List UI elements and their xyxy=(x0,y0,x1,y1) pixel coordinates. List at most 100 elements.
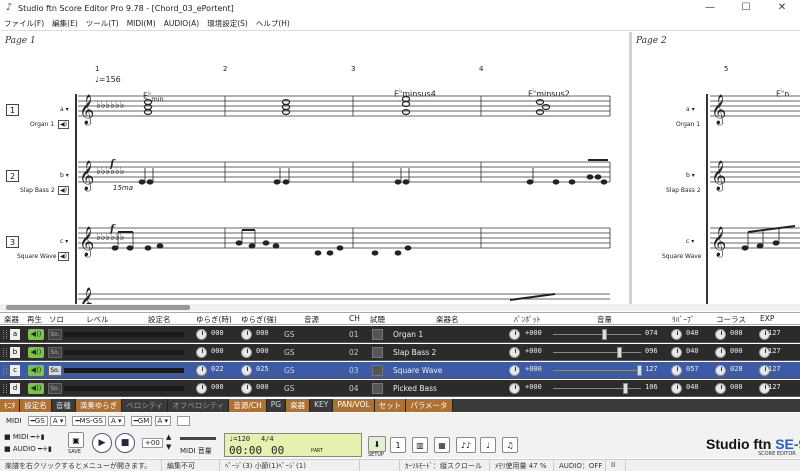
horizontal-scrollbar[interactable] xyxy=(0,304,800,311)
solo-button[interactable]: So. xyxy=(48,383,62,394)
sound-source[interactable]: GS xyxy=(284,384,295,393)
track-letter[interactable]: a xyxy=(10,329,20,340)
midi-checkbox[interactable]: ■ MIDI ━+▮ xyxy=(4,433,45,441)
cho-knob[interactable] xyxy=(715,329,726,340)
tab-10[interactable]: PAN/VOL xyxy=(333,399,375,412)
volume-slider[interactable] xyxy=(553,352,641,353)
stop-button[interactable]: ■ xyxy=(115,433,135,453)
down-arrow-icon[interactable]: ▼ xyxy=(166,443,171,451)
audition-button[interactable] xyxy=(372,347,383,358)
menu-edit[interactable]: 編集(E) xyxy=(48,18,82,29)
volume-thumb[interactable] xyxy=(623,383,628,394)
cho-knob[interactable] xyxy=(715,383,726,394)
solo-button[interactable]: So. xyxy=(48,365,62,376)
drag-handle[interactable] xyxy=(3,348,7,357)
device-select[interactable]: ━GM A ▾ xyxy=(130,415,172,426)
menu-audio[interactable]: AUDIO(A) xyxy=(160,19,204,28)
speaker-icon[interactable]: ◀)) xyxy=(28,383,44,394)
save-icon[interactable]: ▣ xyxy=(68,432,84,448)
tab-2[interactable]: 音種 xyxy=(52,399,76,412)
speaker-icon[interactable]: ◀)) xyxy=(28,329,44,340)
tab-6[interactable]: 音源/CH xyxy=(229,399,267,412)
channel[interactable]: 01 xyxy=(349,330,359,339)
menu-help[interactable]: ヘルプ(H) xyxy=(252,18,294,29)
score-view-icon[interactable]: ♪♪ xyxy=(456,437,476,453)
menu-settings[interactable]: 環境設定(S) xyxy=(203,18,252,29)
audio-checkbox[interactable]: ■ AUDIO ━+▮ xyxy=(4,445,52,453)
tab-5[interactable]: オフベロシティ xyxy=(168,399,230,412)
track-letter[interactable]: c xyxy=(10,365,20,376)
sound-source[interactable]: GS xyxy=(284,348,295,357)
maximize-button[interactable]: ☐ xyxy=(728,0,764,16)
time-knob[interactable] xyxy=(196,383,207,394)
time-knob[interactable] xyxy=(196,365,207,376)
rev-knob[interactable] xyxy=(671,347,682,358)
pan-knob[interactable] xyxy=(509,329,520,340)
track-letter[interactable]: d xyxy=(10,383,20,394)
midi-volume-slider[interactable] xyxy=(180,437,216,440)
piano-icon[interactable]: ▥ xyxy=(412,437,428,453)
close-button[interactable]: ✕ xyxy=(764,0,800,16)
volume-thumb[interactable] xyxy=(602,329,607,340)
pan-knob[interactable] xyxy=(509,383,520,394)
strength-knob[interactable] xyxy=(241,383,252,394)
tab-12[interactable]: パラメータ xyxy=(406,399,453,412)
sound-source[interactable]: GS xyxy=(284,330,295,339)
tab-4[interactable]: ベロシティ xyxy=(122,399,169,412)
tab-0[interactable]: ﾓﾆﾀ xyxy=(0,399,21,412)
rev-knob[interactable] xyxy=(671,329,682,340)
mixer-row[interactable]: a ◀)) So. 000 000 +000 040 000 127 GS 01 Organ 1 074 xyxy=(0,326,800,343)
cho-knob[interactable] xyxy=(715,365,726,376)
time-knob[interactable] xyxy=(196,347,207,358)
up-arrow-icon[interactable]: ▲ xyxy=(166,433,171,441)
instrument-name[interactable]: Organ 1 xyxy=(393,330,423,339)
audition-button[interactable] xyxy=(372,365,383,376)
audition-button[interactable] xyxy=(372,329,383,340)
speaker-icon[interactable]: ◀)) xyxy=(28,365,44,376)
note-icon[interactable]: ♩ xyxy=(480,437,496,453)
mixer-row[interactable]: d ◀)) So. 000 000 +000 040 000 127 GS 04 Picked Bas… xyxy=(0,380,800,397)
drag-handle[interactable] xyxy=(3,384,7,393)
tab-8[interactable]: 楽器 xyxy=(286,399,311,412)
channel[interactable]: 04 xyxy=(349,384,359,393)
solo-button[interactable]: So. xyxy=(48,329,62,340)
menu-file[interactable]: ファイル(F) xyxy=(0,18,48,29)
tab-7[interactable]: PG xyxy=(267,399,287,412)
device-select[interactable]: ━MS-GS A ▾ xyxy=(72,415,125,426)
sound-source[interactable]: GS xyxy=(284,366,295,375)
tab-9[interactable]: KEY xyxy=(310,399,334,412)
instrument-name[interactable]: Picked Bass xyxy=(393,384,437,393)
setup-icon[interactable]: ⬇ xyxy=(368,436,386,452)
play-button[interactable]: ▶ xyxy=(92,433,112,453)
drag-handle[interactable] xyxy=(3,366,7,375)
rev-knob[interactable] xyxy=(671,383,682,394)
volume-slider[interactable] xyxy=(553,370,641,371)
blank-box[interactable] xyxy=(177,415,190,426)
one-measure-icon[interactable]: 1 xyxy=(390,437,406,453)
pan-knob[interactable] xyxy=(509,365,520,376)
grid-icon[interactable]: ▦ xyxy=(434,437,450,453)
volume-thumb[interactable] xyxy=(637,365,642,376)
tab-3[interactable]: 演奏ゆらぎ xyxy=(75,399,123,412)
pan-knob[interactable] xyxy=(509,347,520,358)
track-letter[interactable]: b xyxy=(10,347,20,358)
drag-handle[interactable] xyxy=(3,330,7,339)
cho-knob[interactable] xyxy=(715,347,726,358)
mixer-row[interactable]: c ◀)) So. 022 025 +000 057 028 127 GS 03 Square Wav… xyxy=(0,362,800,379)
rev-knob[interactable] xyxy=(671,365,682,376)
volume-slider[interactable] xyxy=(553,334,641,335)
solo-button[interactable]: So. xyxy=(48,347,62,358)
speaker-icon[interactable]: ◀)) xyxy=(28,347,44,358)
tab-11[interactable]: セット xyxy=(374,399,407,412)
time-knob[interactable] xyxy=(196,329,207,340)
instrument-name[interactable]: Slap Bass 2 xyxy=(393,348,436,357)
minimize-button[interactable]: — xyxy=(692,0,728,16)
score-area[interactable]: Page 1 Page 2 1 2 3 a ▾ Organ 1 b ▾ Slap… xyxy=(0,32,800,304)
volume-thumb[interactable] xyxy=(617,347,622,358)
strength-knob[interactable] xyxy=(241,365,252,376)
strength-knob[interactable] xyxy=(241,329,252,340)
scrollbar-thumb[interactable] xyxy=(6,305,190,310)
tab-1[interactable]: 設定名 xyxy=(20,399,52,412)
strength-knob[interactable] xyxy=(241,347,252,358)
menu-midi[interactable]: MIDI(M) xyxy=(123,19,160,28)
